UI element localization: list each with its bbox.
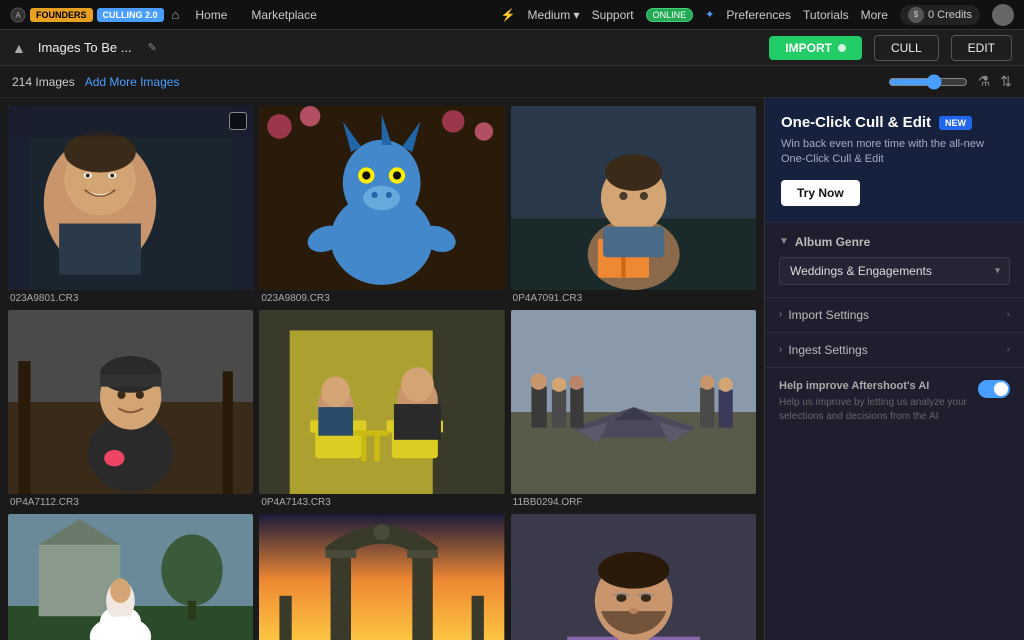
- image-card[interactable]: [511, 514, 756, 640]
- chevron-down-icon: ▼: [779, 236, 789, 247]
- sub-nav: ▲ Images To Be ... ✎ IMPORT CULL EDIT: [0, 30, 1024, 66]
- help-desc: Help us improve by letting us analyze yo…: [779, 396, 970, 424]
- image-card[interactable]: 023A9801.CR3: [8, 106, 253, 304]
- logo-group: A FOUNDERS CULLING 2.0: [10, 7, 164, 23]
- toolbar-row: 214 Images Add More Images ⚗ ⇅: [0, 66, 1024, 98]
- panel-title: One-Click Cull & Edit: [781, 114, 931, 131]
- home-link[interactable]: Home: [187, 8, 235, 22]
- online-indicator: ✦: [705, 8, 714, 21]
- image-filename: 11BB0294.ORF: [511, 497, 756, 508]
- image-filename: 0P4A7091.CR3: [511, 293, 756, 304]
- svg-text:A: A: [15, 11, 21, 20]
- image-card[interactable]: 023A9809.CR3: [259, 106, 504, 304]
- preferences-link[interactable]: Preferences: [726, 8, 791, 22]
- image-card[interactable]: [259, 514, 504, 640]
- sort-icon[interactable]: ⇅: [1000, 73, 1012, 90]
- image-filename: 023A9801.CR3: [8, 293, 253, 304]
- marketplace-link[interactable]: Marketplace: [243, 8, 324, 22]
- import-button[interactable]: IMPORT: [769, 36, 862, 60]
- image-count: 214 Images: [12, 75, 75, 89]
- import-dot: [838, 44, 846, 52]
- edit-button[interactable]: EDIT: [951, 35, 1012, 61]
- culling-logo[interactable]: CULLING 2.0: [97, 8, 164, 22]
- genre-select[interactable]: Weddings & Engagements: [779, 257, 1010, 285]
- import-label: IMPORT: [785, 41, 832, 55]
- zoom-slider[interactable]: [888, 74, 968, 90]
- genre-select-wrap: Weddings & Engagements: [779, 257, 1010, 285]
- album-genre-title: Album Genre: [795, 235, 870, 249]
- arrow-right-icon-2: ›: [1007, 344, 1010, 355]
- online-badge: ONLINE: [646, 8, 694, 22]
- chevron-right-ingest: ›: [779, 344, 782, 355]
- image-card[interactable]: 11BB0294.ORF: [511, 310, 756, 508]
- help-section: Help improve Aftershoot's AI Help us imp…: [765, 368, 1024, 436]
- arrow-right-icon: ›: [1007, 309, 1010, 320]
- image-filename: 0P4A7112.CR3: [8, 497, 253, 508]
- select-checkbox[interactable]: [229, 112, 247, 130]
- support-link[interactable]: Support: [592, 8, 634, 22]
- image-grid: 023A9801.CR3: [0, 98, 764, 640]
- chevron-right-import: ›: [779, 309, 782, 320]
- nav-right: ⚡ Medium ▾ Support ONLINE ✦ Preferences …: [501, 4, 1014, 26]
- ingest-settings-link[interactable]: › Ingest Settings ›: [765, 333, 1024, 368]
- credits-label: 0 Credits: [928, 9, 972, 21]
- new-badge: NEW: [939, 116, 972, 130]
- section-header[interactable]: ▼ Album Genre: [779, 235, 1010, 249]
- image-card[interactable]: 0P4A7112.CR3: [8, 310, 253, 508]
- app-icon: A: [10, 7, 26, 23]
- import-settings-link[interactable]: › Import Settings ›: [765, 298, 1024, 333]
- right-panel: One-Click Cull & Edit NEW Win back even …: [764, 98, 1024, 640]
- image-filename: 023A9809.CR3: [259, 293, 504, 304]
- avatar[interactable]: [992, 4, 1014, 26]
- folder-icon: ▲: [12, 40, 26, 56]
- try-now-button[interactable]: Try Now: [781, 180, 860, 206]
- speed-selector[interactable]: Medium ▾: [528, 8, 580, 22]
- top-nav: A FOUNDERS CULLING 2.0 ⌂ Home Marketplac…: [0, 0, 1024, 30]
- credits-group[interactable]: $ 0 Credits: [900, 5, 980, 25]
- album-genre-section: ▼ Album Genre Weddings & Engagements: [765, 223, 1024, 298]
- tutorials-link[interactable]: Tutorials: [803, 8, 849, 22]
- edit-album-icon[interactable]: ✎: [148, 41, 157, 54]
- add-more-link[interactable]: Add More Images: [85, 75, 180, 89]
- panel-header: One-Click Cull & Edit NEW Win back even …: [765, 98, 1024, 223]
- panel-subtitle: Win back even more time with the all-new…: [781, 137, 1008, 168]
- ingest-settings-label: Ingest Settings: [788, 343, 867, 357]
- image-card[interactable]: 0P4A7091.CR3: [511, 106, 756, 304]
- help-toggle[interactable]: [978, 380, 1010, 398]
- panel-title-row: One-Click Cull & Edit NEW: [781, 114, 1008, 131]
- image-card[interactable]: [8, 514, 253, 640]
- zoom-slider-group: [888, 74, 968, 90]
- home-icon: ⌂: [172, 7, 180, 22]
- credits-icon: $: [908, 7, 924, 23]
- more-link[interactable]: More: [861, 8, 888, 22]
- help-title: Help improve Aftershoot's AI: [779, 380, 970, 392]
- founders-logo[interactable]: FOUNDERS: [30, 8, 93, 22]
- filter-icon[interactable]: ⚗: [978, 73, 991, 90]
- image-card[interactable]: 0P4A7143.CR3: [259, 310, 504, 508]
- import-settings-label: Import Settings: [788, 308, 869, 322]
- cull-button[interactable]: CULL: [874, 35, 939, 61]
- bolt-icon: ⚡: [501, 8, 516, 22]
- main-layout: 023A9801.CR3: [0, 98, 1024, 640]
- album-name: Images To Be ...: [38, 40, 132, 55]
- image-filename: 0P4A7143.CR3: [259, 497, 504, 508]
